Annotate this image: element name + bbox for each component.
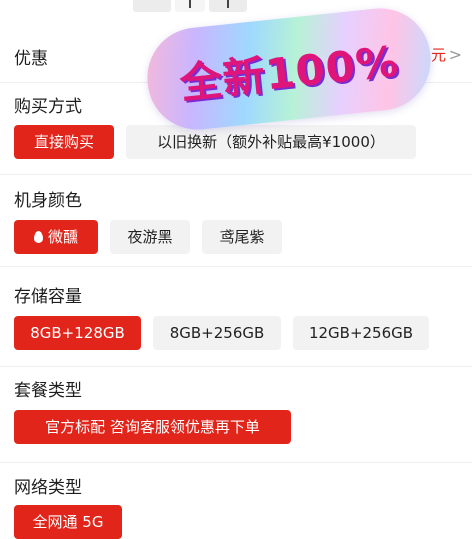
decrease-button[interactable] bbox=[133, 0, 171, 12]
network-section: 网络类型 全网通 5G bbox=[0, 462, 472, 539]
promo-title: 优惠 bbox=[14, 49, 48, 69]
quantity-value bbox=[175, 0, 205, 12]
color-section: 机身颜色 微醺 夜游黑 鸢尾紫 bbox=[0, 174, 472, 267]
increase-button[interactable] bbox=[209, 0, 247, 12]
package-option-standard[interactable]: 官方标配 咨询客服领优惠再下单 bbox=[14, 410, 291, 444]
package-title: 套餐类型 bbox=[14, 381, 82, 401]
quantity-stepper[interactable] bbox=[133, 0, 247, 12]
color-option-purple[interactable]: 鸢尾紫 bbox=[202, 220, 282, 254]
purchase-option-direct[interactable]: 直接购买 bbox=[14, 125, 114, 159]
storage-option-128[interactable]: 8GB+128GB bbox=[14, 316, 141, 350]
purchase-title: 购买方式 bbox=[14, 97, 82, 117]
storage-option-256[interactable]: 8GB+256GB bbox=[153, 316, 281, 350]
storage-section: 存储容量 8GB+128GB 8GB+256GB 12GB+256GB bbox=[0, 266, 472, 367]
network-option-5g[interactable]: 全网通 5G bbox=[14, 505, 122, 539]
color-option-weixun[interactable]: 微醺 bbox=[14, 220, 98, 254]
storage-title: 存储容量 bbox=[14, 287, 82, 307]
chevron-right-icon[interactable]: > bbox=[449, 45, 462, 64]
flame-icon bbox=[33, 231, 43, 243]
promo-value: 元 bbox=[430, 46, 446, 64]
storage-option-12-256[interactable]: 12GB+256GB bbox=[293, 316, 429, 350]
color-title: 机身颜色 bbox=[14, 191, 82, 211]
package-section: 套餐类型 官方标配 咨询客服领优惠再下单 bbox=[0, 366, 472, 463]
color-option-label: 微醺 bbox=[47, 228, 78, 246]
network-title: 网络类型 bbox=[14, 478, 82, 498]
color-option-black[interactable]: 夜游黑 bbox=[110, 220, 190, 254]
